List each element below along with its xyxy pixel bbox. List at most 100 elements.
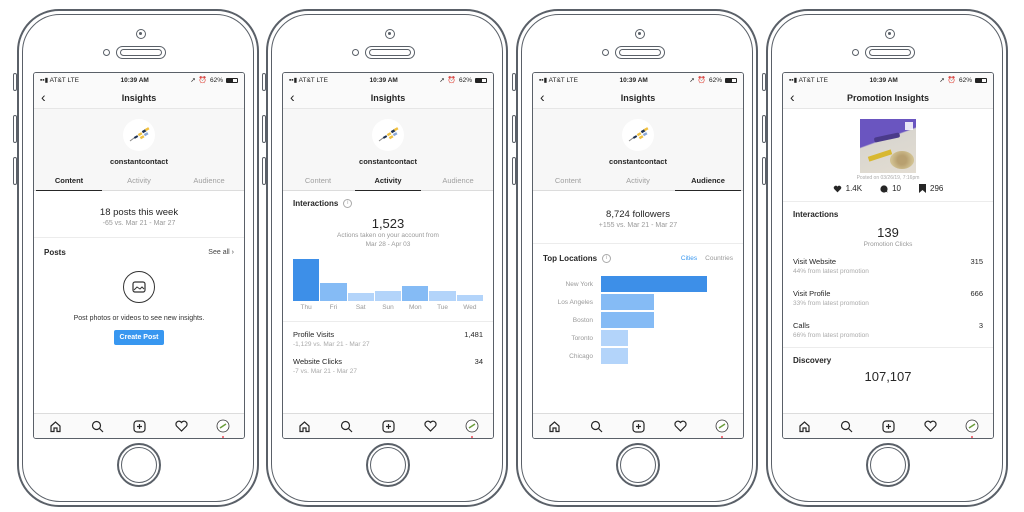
tab-activity[interactable]: Activity: [353, 171, 423, 191]
home-icon[interactable]: [546, 418, 562, 434]
location-label: Chicago: [569, 352, 593, 360]
bar-tue[interactable]: [429, 290, 456, 302]
brand-logo: [622, 119, 654, 151]
image-detail: [867, 149, 893, 162]
volume-down-button: [762, 157, 766, 185]
info-icon[interactable]: i: [602, 254, 612, 264]
volume-up-button: [512, 115, 516, 143]
location-row: New York: [543, 275, 743, 293]
countries-toggle[interactable]: Countries: [705, 255, 733, 262]
search-icon[interactable]: [89, 418, 105, 434]
location-bar-boston[interactable]: [601, 312, 654, 329]
create-post-button[interactable]: Create Post: [113, 330, 165, 345]
heart-icon[interactable]: [672, 418, 688, 434]
metric-comparison: -7 vs. Mar 21 - Mar 27: [293, 368, 357, 376]
brand-logo: [123, 119, 155, 151]
heart-icon[interactable]: [422, 418, 438, 434]
search-icon[interactable]: [338, 418, 354, 434]
cities-toggle[interactable]: Cities: [681, 255, 697, 262]
heart-icon[interactable]: [173, 418, 189, 434]
page-title: Insights: [370, 92, 406, 103]
back-chevron-icon[interactable]: ‹: [41, 89, 46, 105]
interactions-caption-line1: Actions taken on your account from: [337, 232, 439, 240]
bottom-tab-bar: [783, 413, 993, 438]
bar-thu[interactable]: [293, 259, 320, 302]
tab-audience[interactable]: Audience: [673, 171, 743, 191]
search-icon[interactable]: [588, 418, 604, 434]
top-locations-header: Top Locations i Cities Countries: [533, 244, 743, 264]
location-bar-chicago[interactable]: [601, 348, 628, 365]
location-bar-track: [601, 348, 707, 365]
tab-audience[interactable]: Audience: [423, 171, 493, 190]
location-row: Chicago: [543, 347, 743, 365]
back-chevron-icon[interactable]: ‹: [540, 89, 545, 105]
username: constantcontact: [609, 157, 667, 166]
tab-content[interactable]: Content: [34, 171, 104, 191]
bar-sat[interactable]: [347, 293, 374, 302]
bar-sun[interactable]: [374, 290, 402, 302]
bar-wed[interactable]: [456, 295, 483, 302]
earpiece-speaker: [365, 46, 415, 59]
search-icon[interactable]: [838, 418, 854, 434]
location-bar-toronto[interactable]: [601, 330, 628, 347]
location-bar-los-angeles[interactable]: [601, 294, 654, 311]
location-label: Boston: [572, 316, 593, 324]
profile-avatar-icon[interactable]: [714, 418, 730, 438]
location-bar-track: [601, 276, 707, 293]
metric-name: Visit Profile: [793, 289, 831, 298]
battery-icon: [974, 77, 987, 83]
saves-stat: 296: [919, 184, 943, 193]
day-label: Tue: [437, 304, 449, 312]
signal-icon: ▪▪▮: [539, 77, 549, 84]
location-bar-track: [601, 330, 707, 347]
location-bar-new-york[interactable]: [601, 276, 707, 293]
carrier: ▪▪▮ AT&T LTE: [40, 77, 79, 84]
screen: ▪▪▮ AT&T LTE 10:39 AM ➚ ⏰ 62% ‹ Insights c…: [282, 72, 494, 439]
tab-audience[interactable]: Audience: [174, 171, 244, 190]
info-icon[interactable]: i: [343, 199, 353, 209]
home-button: [366, 443, 410, 487]
carrier: ▪▪▮ AT&T LTE: [289, 77, 328, 84]
location-icon: ➚: [190, 77, 196, 84]
heart-icon[interactable]: [922, 418, 938, 434]
profile-avatar-icon[interactable]: [464, 418, 480, 438]
tab-activity[interactable]: Activity: [104, 171, 174, 190]
metric-name: Visit Website: [793, 257, 837, 266]
tab-content[interactable]: Content: [533, 171, 603, 190]
bar-fri[interactable]: [320, 282, 347, 302]
discovery-value: 107,107: [864, 369, 912, 384]
interactions-bar-chart: [293, 259, 483, 302]
promo-interactions-header: Interactions: [783, 202, 993, 219]
bottom-tab-bar: [34, 413, 244, 438]
location-icon: ➚: [689, 77, 695, 84]
location-row: Toronto: [543, 329, 743, 347]
battery-icon: [724, 77, 737, 83]
add-post-icon[interactable]: [380, 418, 396, 434]
bottom-tab-bar: [533, 413, 743, 438]
promotion-post-image[interactable]: [860, 119, 916, 173]
add-post-icon[interactable]: [630, 418, 646, 434]
back-chevron-icon[interactable]: ‹: [290, 89, 295, 105]
status-bar: ▪▪▮ AT&T LTE 10:39 AM ➚ ⏰ 62%: [34, 73, 244, 87]
bar-mon[interactable]: [402, 285, 429, 302]
location-bar-track: [601, 294, 707, 311]
home-icon[interactable]: [47, 418, 63, 434]
username: constantcontact: [110, 157, 168, 166]
discovery-title: Discovery: [793, 356, 832, 365]
see-all-link[interactable]: See all ›: [208, 249, 234, 256]
back-chevron-icon[interactable]: ‹: [790, 89, 795, 105]
tab-activity[interactable]: Activity: [603, 171, 673, 190]
profile-avatar-icon[interactable]: [215, 418, 231, 438]
metric-value: 315: [970, 257, 983, 266]
day-label: Sat: [355, 304, 366, 312]
proximity-sensor: [103, 49, 110, 56]
metric-value: 666: [970, 289, 983, 298]
add-post-icon[interactable]: [880, 418, 896, 434]
tab-content[interactable]: Content: [283, 171, 353, 190]
profile-header: constantcontact: [34, 109, 244, 171]
home-icon[interactable]: [796, 418, 812, 434]
interactions-day-labels: Thu Fri Sat Sun Mon Tue Wed: [293, 304, 483, 311]
home-icon[interactable]: [296, 418, 312, 434]
add-post-icon[interactable]: [131, 418, 147, 434]
profile-avatar-icon[interactable]: [964, 418, 980, 438]
